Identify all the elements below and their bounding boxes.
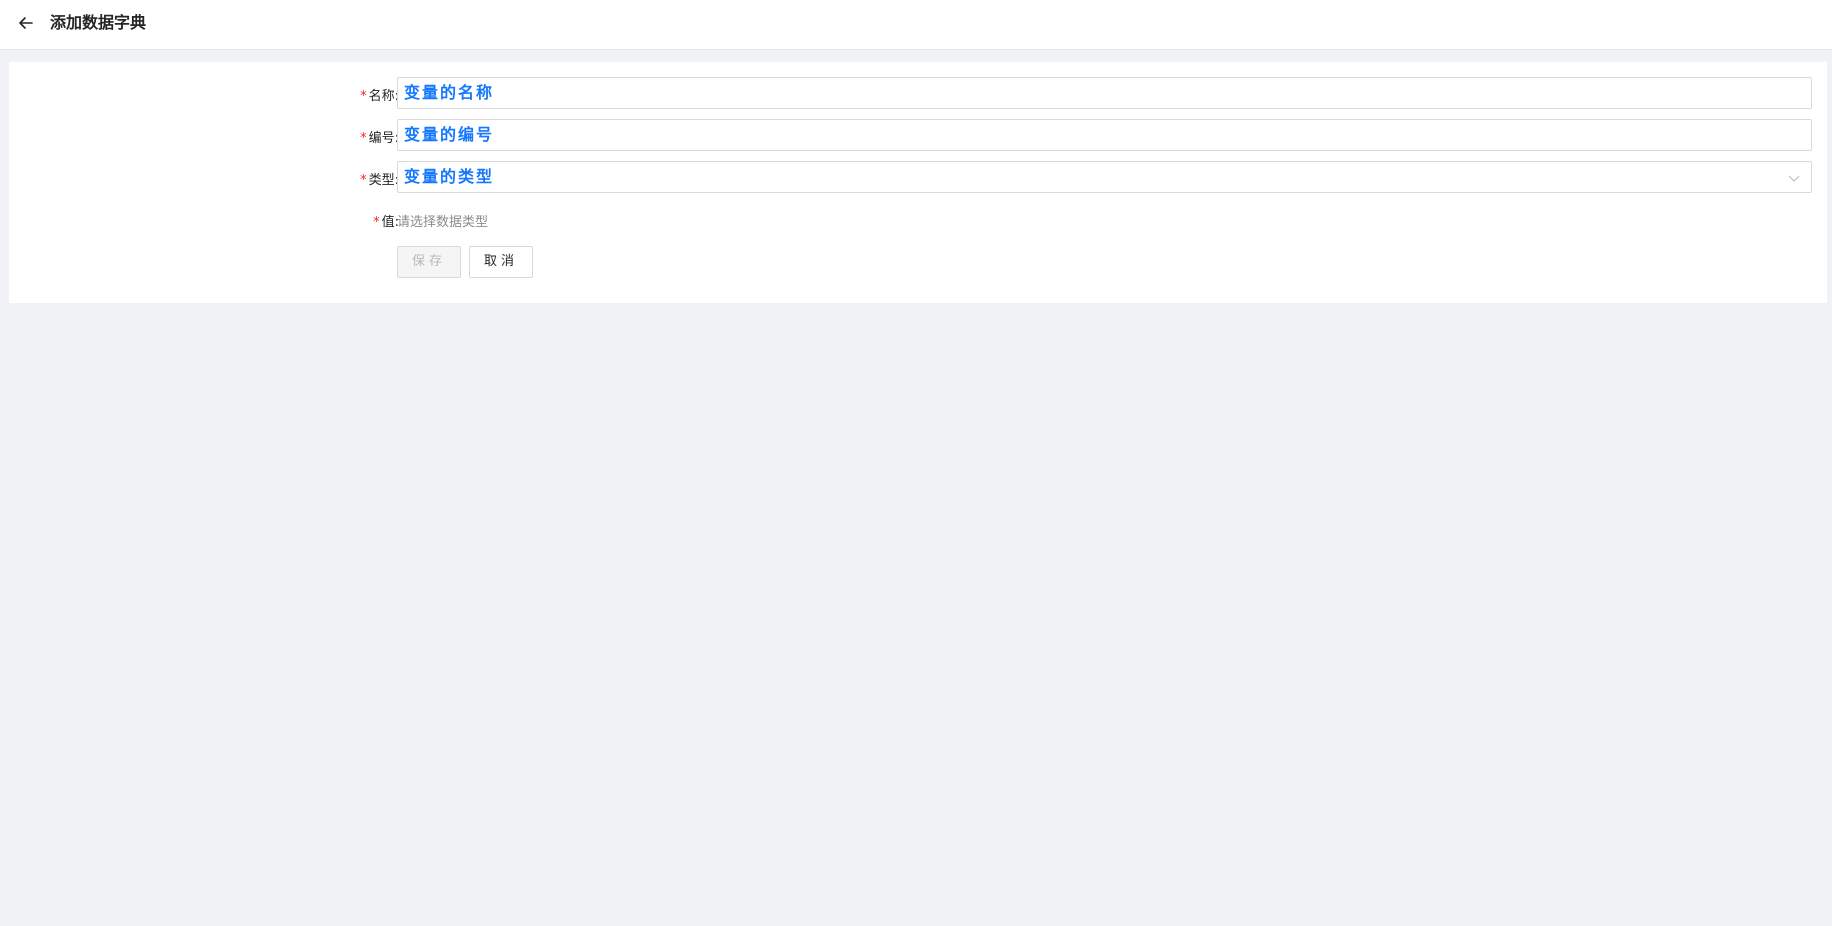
form-actions: 保存 取消 [9, 246, 1827, 278]
save-button[interactable]: 保存 [397, 246, 461, 278]
form-card: * 名称: 变量的名称 * 编号: 变量的编号 * 类型: 变量的类型 * 值: 请选择… [9, 62, 1827, 303]
form-row-code: * 编号: 变量的编号 [9, 119, 1827, 151]
chevron-down-icon [1788, 175, 1800, 182]
name-input-value: 变量的名称 [404, 83, 495, 102]
code-input-value: 变量的编号 [404, 125, 495, 144]
type-select[interactable]: 变量的类型 [397, 161, 1812, 193]
required-mark: * [373, 215, 380, 230]
code-input[interactable]: 变量的编号 [397, 119, 1812, 151]
name-input[interactable]: 变量的名称 [397, 77, 1812, 109]
code-label-text: 编号: [368, 131, 399, 146]
value-hint: 请选择数据类型 [397, 215, 489, 230]
required-mark: * [360, 89, 367, 104]
form-row-type: * 类型: 变量的类型 [9, 161, 1827, 193]
form-row-value: * 值: 请选择数据类型 [9, 203, 1827, 235]
form-row-name: * 名称: 变量的名称 [9, 77, 1827, 109]
cancel-button[interactable]: 取消 [469, 246, 533, 278]
page-header: 添加数据字典 [0, 0, 1832, 50]
name-label-text: 名称: [368, 89, 399, 104]
page-title: 添加数据字典 [50, 13, 147, 32]
value-label: * 值: [373, 211, 399, 230]
code-label: * 编号: [360, 127, 399, 146]
type-select-value: 变量的类型 [404, 167, 495, 186]
arrow-left-icon[interactable] [16, 13, 36, 33]
type-label: * 类型: [360, 169, 399, 188]
type-label-text: 类型: [368, 173, 399, 188]
required-mark: * [360, 173, 367, 188]
name-label: * 名称: [360, 85, 399, 104]
required-mark: * [360, 131, 367, 146]
